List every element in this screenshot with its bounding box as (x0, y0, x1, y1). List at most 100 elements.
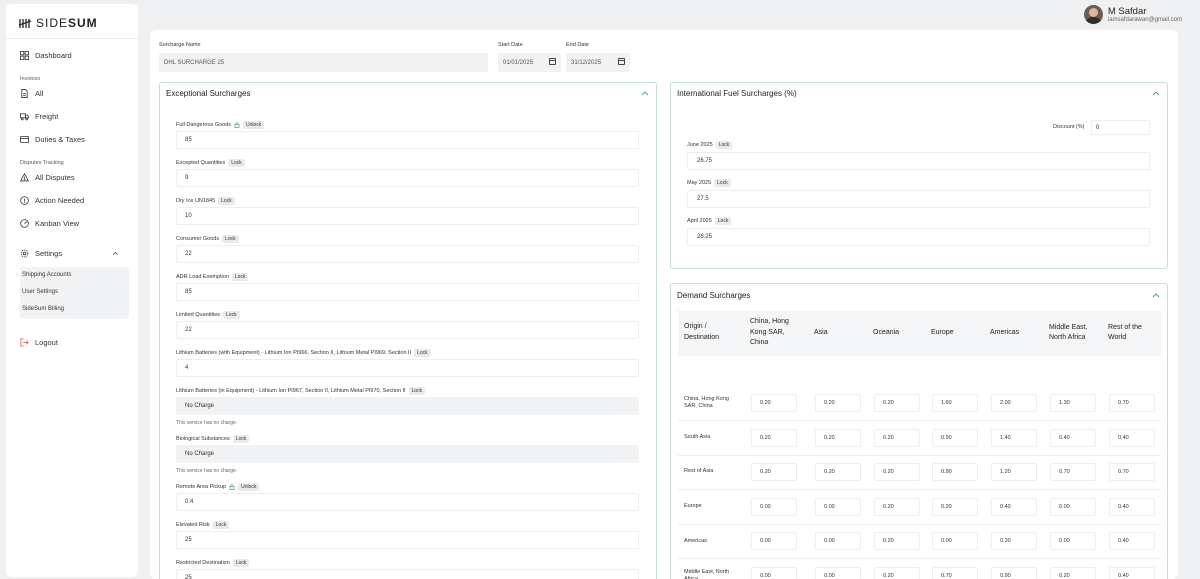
lock-toggle-badge[interactable]: Lock (223, 311, 240, 319)
sidebar-item-freight[interactable]: Freight (20, 109, 58, 123)
surcharge-input[interactable]: 22 (176, 321, 639, 339)
surcharge-input[interactable]: 10 (176, 207, 639, 225)
demand-rate-input[interactable]: 1.30 (1050, 394, 1096, 412)
user-profile[interactable]: M Safdar iamsafdarawan@gmail.com (1083, 5, 1182, 24)
surcharge-input[interactable]: 22 (176, 245, 639, 263)
demand-rate-value: 0.70 (1118, 400, 1129, 406)
demand-rate-input[interactable]: 0.20 (751, 463, 797, 482)
demand-rate-input[interactable]: 0.20 (874, 567, 920, 579)
demand-rate-input[interactable]: 0.00 (815, 532, 861, 551)
demand-rate-input[interactable]: 0.20 (874, 394, 920, 412)
demand-rate-input[interactable]: 0.00 (932, 532, 978, 551)
demand-rate-input[interactable]: 1.60 (932, 394, 978, 412)
demand-rate-input[interactable]: 0.20 (751, 428, 797, 447)
warning-icon (20, 172, 29, 181)
chevron-up-icon[interactable] (112, 250, 119, 257)
demand-rate-input[interactable]: 0.40 (1109, 497, 1155, 516)
surcharge-input[interactable]: 85 (176, 131, 639, 149)
sidebar-item-dashboard[interactable]: Dashboard (20, 48, 72, 62)
chevron-up-icon[interactable] (1152, 90, 1160, 96)
demand-rate-value: 0.90 (1000, 573, 1011, 579)
demand-rate-input[interactable]: 0.40 (1050, 428, 1096, 447)
surcharge-input[interactable]: 25 (176, 531, 639, 549)
lock-toggle-badge[interactable]: Lock (408, 387, 426, 395)
sidebar-item-logout[interactable]: Logout (20, 335, 58, 349)
demand-rate-input[interactable]: 0.90 (932, 463, 978, 482)
chevron-up-icon[interactable] (1152, 292, 1160, 298)
sidebar-subitem-shipping-accounts[interactable]: Shipping Accounts (22, 272, 71, 278)
lock-toggle-badge[interactable]: Lock (218, 197, 235, 205)
start-date-input[interactable]: 01/01/2025 (498, 53, 561, 72)
lock-toggle-badge[interactable]: Lock (228, 159, 245, 167)
sidebar-subitem-billing[interactable]: SideSum Billing (22, 306, 64, 312)
lock-toggle-badge[interactable]: Lock (714, 179, 731, 187)
demand-rate-input[interactable]: 0.40 (1109, 532, 1155, 551)
lock-toggle-badge[interactable]: Lock (231, 273, 249, 281)
lock-toggle-badge[interactable]: Unlock (238, 483, 260, 491)
sidebar-item-kanban[interactable]: Kanban View (20, 216, 79, 230)
demand-rate-input[interactable]: 0.20 (1050, 567, 1096, 579)
demand-rate-input[interactable]: 0.20 (815, 463, 861, 482)
demand-rate-input[interactable]: 0.70 (1050, 463, 1096, 482)
lock-toggle-badge[interactable]: Lock (414, 349, 431, 357)
fuel-rate-input[interactable]: 28.25 (687, 228, 1150, 246)
demand-rate-input[interactable]: 0.70 (932, 567, 978, 579)
demand-rate-input[interactable]: 0.40 (991, 497, 1037, 516)
logo[interactable]: SIDESUM (19, 16, 98, 30)
lock-toggle-badge[interactable]: Lock (714, 217, 732, 225)
demand-rate-input[interactable]: 0.20 (991, 532, 1037, 551)
demand-rate-input[interactable]: 0.20 (874, 463, 920, 482)
demand-rate-input[interactable]: 0.00 (1050, 497, 1096, 516)
surcharge-input[interactable]: 85 (176, 283, 639, 301)
demand-rate-input[interactable]: 0.00 (815, 497, 861, 516)
sidebar-item-all-disputes[interactable]: All Disputes (20, 170, 75, 184)
avatar[interactable] (1083, 5, 1103, 24)
settings-submenu: Shipping Accounts User Settings SideSum … (20, 267, 129, 319)
demand-rate-input[interactable]: 0.20 (874, 532, 920, 551)
demand-rate-input[interactable]: 0.90 (991, 567, 1037, 579)
demand-rate-input[interactable]: 0.90 (932, 428, 978, 447)
demand-rate-input[interactable]: 0.00 (751, 532, 797, 551)
surcharge-input[interactable]: 0.4 (176, 493, 639, 511)
calendar-icon[interactable] (549, 58, 556, 65)
fuel-rate-input[interactable]: 27.5 (687, 190, 1150, 208)
sidebar-item-duties[interactable]: Duties & Taxes (20, 132, 85, 146)
surcharge-input[interactable]: 4 (176, 359, 639, 377)
discount-input[interactable]: 0 (1091, 120, 1150, 135)
chevron-up-icon[interactable] (641, 90, 649, 96)
demand-rate-input[interactable]: 0.20 (815, 394, 861, 412)
demand-rate-input[interactable]: 0.00 (751, 567, 797, 579)
lock-toggle-badge[interactable]: Lock (232, 435, 250, 443)
demand-rate-input[interactable]: 0.40 (1109, 567, 1155, 579)
sidebar-subitem-user-settings[interactable]: User Settings (22, 289, 58, 295)
surcharge-name-input[interactable]: DHL SURCHARGE 25 (159, 53, 488, 72)
demand-rate-input[interactable]: 0.00 (751, 497, 797, 516)
demand-rate-input[interactable]: 0.70 (1109, 394, 1155, 412)
demand-row-divider (678, 523, 1161, 525)
demand-rate-input[interactable]: 0.20 (874, 497, 920, 516)
surcharge-input[interactable]: 25 (176, 569, 639, 579)
lock-toggle-badge[interactable]: Lock (212, 521, 230, 529)
surcharge-input[interactable]: 9 (176, 169, 639, 187)
lock-toggle-badge[interactable]: Lock (222, 235, 239, 243)
fuel-rate-input[interactable]: 26.75 (687, 152, 1150, 170)
end-date-input[interactable]: 31/12/2025 (566, 53, 630, 72)
lock-toggle-badge[interactable]: Unlock (243, 121, 265, 129)
demand-rate-input[interactable]: 0.70 (1109, 463, 1155, 482)
demand-rate-input[interactable]: 1.40 (991, 428, 1037, 447)
demand-rate-input[interactable]: 0.40 (1109, 428, 1155, 447)
sidebar-item-settings[interactable]: Settings (20, 246, 129, 260)
demand-rate-input[interactable]: 0.00 (815, 567, 861, 579)
lock-toggle-badge[interactable]: Lock (232, 559, 250, 567)
demand-rate-input[interactable]: 0.20 (932, 497, 978, 516)
calendar-icon[interactable] (618, 58, 625, 65)
demand-rate-input[interactable]: 1.20 (991, 463, 1037, 482)
lock-toggle-badge[interactable]: Lock (715, 141, 733, 149)
demand-rate-input[interactable]: 0.20 (751, 394, 797, 412)
sidebar-item-action-needed[interactable]: Action Needed (20, 193, 84, 207)
demand-rate-input[interactable]: 0.20 (815, 428, 861, 447)
demand-rate-input[interactable]: 0.00 (1050, 532, 1096, 551)
demand-rate-input[interactable]: 0.20 (874, 428, 920, 447)
sidebar-item-all[interactable]: All (20, 86, 43, 100)
demand-rate-input[interactable]: 2.00 (991, 394, 1037, 412)
